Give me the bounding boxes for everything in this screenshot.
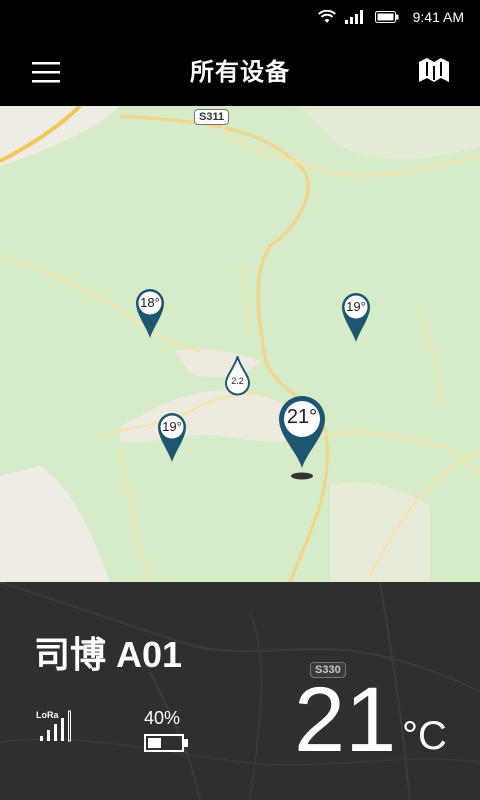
temperature-reading: 21	[294, 669, 397, 771]
status-bar: 9:41 AM	[0, 0, 480, 34]
folded-map-icon	[419, 58, 449, 82]
road-label-s311: S311	[194, 109, 230, 125]
map-view[interactable]: S311 18° 19° 2.2 19° 21°	[0, 106, 480, 582]
sensor-marker[interactable]: 18°	[134, 286, 166, 338]
map-view-button[interactable]	[416, 54, 452, 86]
sensor-marker[interactable]: 19°	[156, 410, 188, 462]
cell-signal-icon	[345, 10, 363, 24]
marker-temperature: 19°	[162, 419, 182, 434]
battery-icon	[144, 734, 188, 752]
status-time: 9:41 AM	[412, 9, 464, 25]
device-name: 司博 A01	[34, 634, 183, 675]
location-pin-icon	[342, 293, 370, 342]
rainfall-marker[interactable]: 2.2	[224, 353, 251, 396]
wifi-icon	[318, 10, 336, 23]
map-background	[0, 106, 480, 582]
selected-sensor-marker[interactable]: 21°	[277, 394, 327, 480]
location-pin-icon	[158, 413, 186, 462]
device-info-panel[interactable]: S330 司博 A01 LoRa 40% 21 °C	[0, 582, 480, 800]
marker-temperature: 19°	[346, 299, 366, 314]
battery-status-icon	[375, 11, 399, 23]
lora-signal-icon	[40, 710, 71, 742]
temperature-unit: °C	[402, 714, 447, 758]
marker-temperature: 21°	[286, 406, 318, 428]
marker-temperature: 18°	[140, 295, 160, 310]
marker-rainfall-value: 2.2	[231, 376, 244, 386]
dark-map-background	[0, 582, 480, 800]
location-pin-icon	[136, 289, 164, 338]
sensor-marker[interactable]: 19°	[340, 290, 372, 342]
app-bar: 所有设备	[0, 34, 480, 106]
battery-percentage: 40%	[144, 708, 181, 728]
page-title: 所有设备	[190, 59, 290, 86]
